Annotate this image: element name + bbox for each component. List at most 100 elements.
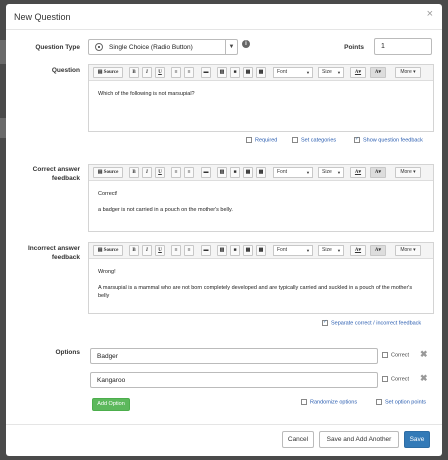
chevron-down-icon: ▼ [306,248,310,253]
text-color-button[interactable]: A▾ [350,167,366,178]
image-icon[interactable]: ▨ [217,167,227,178]
bulleted-list-icon[interactable]: ≡ [184,167,194,178]
chevron-down-icon: ▼ [306,170,310,175]
option-correct[interactable]: Correct [382,352,409,358]
bulleted-list-icon[interactable]: ≡ [184,67,194,78]
set-points-option[interactable]: Set option points [376,399,426,405]
size-select[interactable]: Size ▼ [318,245,344,256]
video-icon[interactable]: ■ [230,245,240,256]
table-icon[interactable]: ▦ [243,67,253,78]
incorrect-feedback-editor[interactable]: ▤ Source B I U ≡ ≡ ▬ ▨ ■ ▦ ▩ Font ▼ Size ▼… [88,242,434,314]
show-feedback-checkbox[interactable] [354,136,360,143]
question-editor[interactable]: ▤ Source B I U ≡ ≡ ▬ ▨ ■ ▦ ▩ Font ▼ Size ▼… [88,64,434,132]
italic-button[interactable]: I [142,67,152,78]
image-icon[interactable]: ▨ [217,245,227,256]
points-input[interactable]: 1 [374,38,432,55]
close-icon[interactable]: × [427,9,433,20]
incorrect-feedback-line2: A marsupial is a mammal who are not born… [98,285,413,299]
options-label: Options [55,349,80,356]
source-label: Source [103,170,119,175]
question-type-label: Question Type [35,44,80,51]
more-button[interactable]: More ▾ [395,67,421,78]
source-label: Source [103,70,119,75]
more-button[interactable]: More ▾ [395,245,421,256]
media-icon[interactable]: ▩ [256,245,266,256]
font-select[interactable]: Font ▼ [273,245,313,256]
image-icon[interactable]: ▨ [217,67,227,78]
italic-button[interactable]: I [142,167,152,178]
correct-feedback-label-line2: feedback [51,175,80,182]
media-icon[interactable]: ▩ [256,167,266,178]
bulleted-list-icon[interactable]: ≡ [184,245,194,256]
video-icon[interactable]: ■ [230,67,240,78]
separate-feedback-option[interactable]: Separate correct / incorrect feedback [322,319,422,327]
numbered-list-icon[interactable]: ≡ [171,245,181,256]
show-feedback-label: Show question feedback [363,137,423,144]
chevron-down-icon: ▼ [337,70,341,75]
text-color-button[interactable]: A▾ [350,67,366,78]
more-button[interactable]: More ▾ [395,167,421,178]
option-correct[interactable]: Correct [382,376,409,382]
required-checkbox[interactable] [246,137,252,143]
table-icon[interactable]: ▦ [243,245,253,256]
source-button[interactable]: ▤ Source [93,67,123,78]
font-select[interactable]: Font ▼ [273,167,313,178]
add-option-button[interactable]: Add Option [92,398,130,411]
set-categories-option[interactable]: Set categories [292,137,336,143]
chevron-down-icon: ▼ [306,70,310,75]
underline-button[interactable]: U [155,167,165,178]
cancel-button[interactable]: Cancel [282,431,314,448]
question-type-select[interactable]: Single Choice (Radio Button) ▼ [88,39,238,55]
delete-option-icon[interactable]: ✖ [420,374,428,383]
background-color-button[interactable]: A▾ [370,167,386,178]
media-icon[interactable]: ▩ [256,67,266,78]
bold-button[interactable]: B [129,245,139,256]
source-button[interactable]: ▤ Source [93,245,123,256]
more-label: More [400,169,412,175]
incorrect-feedback-line1: Wrong! [98,269,116,275]
separate-feedback-label: Separate correct / incorrect feedback [331,320,422,327]
underline-button[interactable]: U [155,245,165,256]
save-button[interactable]: Save [404,431,430,448]
background-color-button[interactable]: A▾ [370,67,386,78]
correct-feedback-label: Correct answer feedback [16,165,80,183]
link-icon[interactable]: ▬ [201,67,211,78]
numbered-list-icon[interactable]: ≡ [171,167,181,178]
question-content: Which of the following is not marsupial? [89,81,433,115]
correct-feedback-editor[interactable]: ▤ Source B I U ≡ ≡ ▬ ▨ ■ ▦ ▩ Font ▼ Size ▼… [88,164,434,232]
underline-button[interactable]: U [155,67,165,78]
italic-button[interactable]: I [142,245,152,256]
font-label: Font [277,247,288,253]
bold-button[interactable]: B [129,67,139,78]
separate-feedback-checkbox[interactable] [322,319,328,326]
randomize-checkbox[interactable] [301,399,307,405]
delete-option-icon[interactable]: ✖ [420,350,428,359]
link-icon[interactable]: ▬ [201,245,211,256]
incorrect-feedback-label-line2: feedback [51,254,80,261]
link-icon[interactable]: ▬ [201,167,211,178]
radio-icon [95,43,103,51]
option-input[interactable]: Kangaroo [90,372,378,388]
source-button[interactable]: ▤ Source [93,167,123,178]
randomize-option[interactable]: Randomize options [301,399,357,405]
size-select[interactable]: Size ▼ [318,67,344,78]
bold-button[interactable]: B [129,167,139,178]
set-points-checkbox[interactable] [376,399,382,405]
text-color-button[interactable]: A▾ [350,245,366,256]
correct-checkbox[interactable] [382,352,388,358]
info-icon[interactable]: i [242,40,250,48]
numbered-list-icon[interactable]: ≡ [171,67,181,78]
set-categories-checkbox[interactable] [292,137,298,143]
font-select[interactable]: Font ▼ [273,67,313,78]
save-and-add-another-button[interactable]: Save and Add Another [319,431,399,448]
table-icon[interactable]: ▦ [243,167,253,178]
video-icon[interactable]: ■ [230,167,240,178]
required-option[interactable]: Required [246,137,277,143]
question-label: Question [51,67,80,74]
option-input[interactable]: Badger [90,348,378,364]
show-feedback-option[interactable]: Show question feedback [354,136,423,144]
size-label: Size [322,69,332,75]
size-select[interactable]: Size ▼ [318,167,344,178]
correct-checkbox[interactable] [382,376,388,382]
background-color-button[interactable]: A▾ [370,245,386,256]
